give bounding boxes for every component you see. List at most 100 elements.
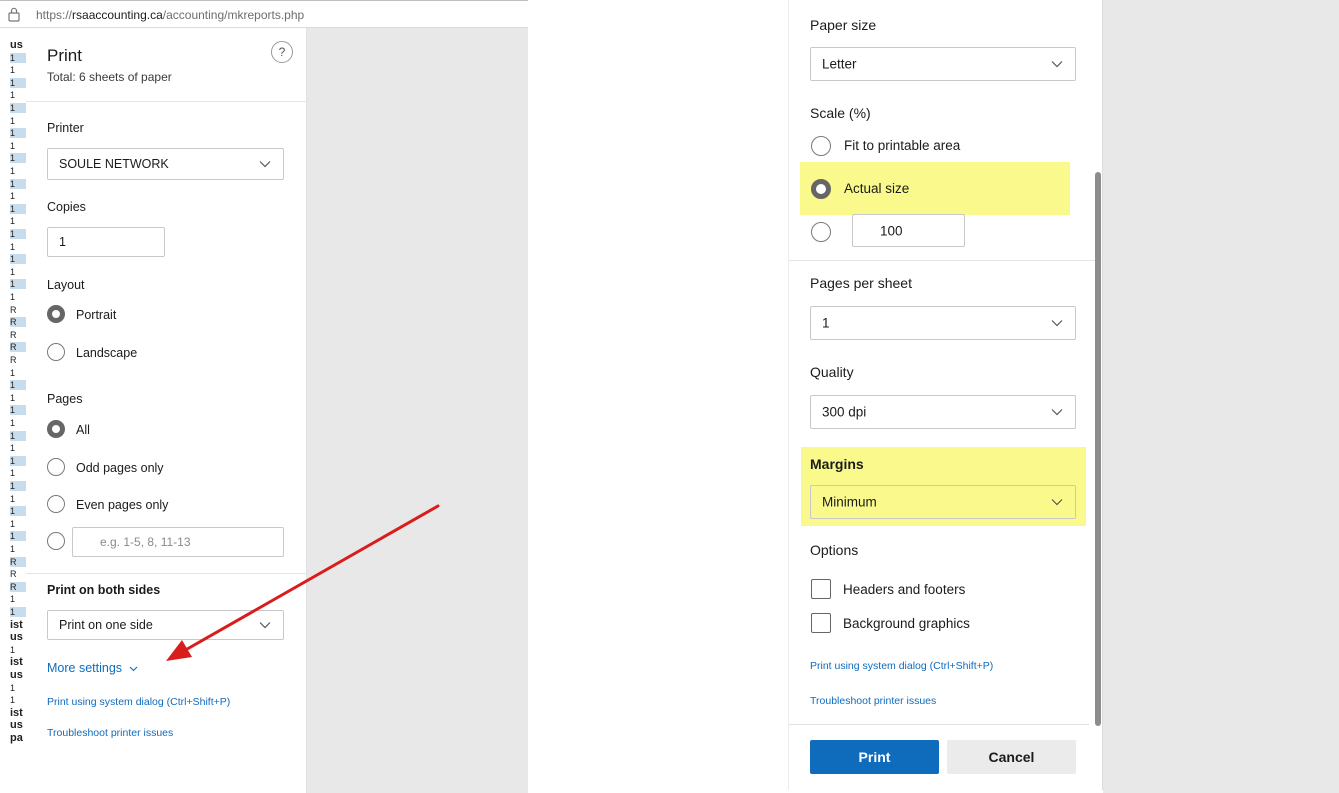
strip-cell: R xyxy=(10,569,17,580)
more-settings-link[interactable]: More settings xyxy=(47,661,138,675)
strip-cell: 1 xyxy=(10,241,16,252)
address-bar[interactable]: https://rsaaccounting.ca/accounting/mkre… xyxy=(0,0,528,28)
strip-cell: 1 xyxy=(10,443,16,454)
strip-cell: us xyxy=(10,719,23,732)
help-icon[interactable]: ? xyxy=(271,41,293,63)
chevron-down-icon xyxy=(1051,409,1063,416)
url-path: /accounting/mkreports.php xyxy=(162,8,305,22)
troubleshoot-link[interactable]: Troubleshoot printer issues xyxy=(810,695,936,707)
strip-cell: 1 xyxy=(10,544,16,554)
strip-cell: 1 xyxy=(10,405,26,416)
quality-select[interactable]: 300 dpi xyxy=(810,395,1076,429)
strip-cell: 1 xyxy=(10,493,16,504)
strip-cell: ist xyxy=(10,618,23,631)
headers-footers-checkbox[interactable] xyxy=(811,579,831,599)
strip-cell: 1 xyxy=(10,367,16,378)
actual-size-radio[interactable] xyxy=(811,179,831,199)
strip-cell: pa xyxy=(10,732,23,744)
portrait-radio[interactable] xyxy=(47,305,65,323)
custom-scale-value: 100 xyxy=(880,223,903,238)
strip-cell: R xyxy=(10,329,17,340)
strip-cell: 1 xyxy=(10,380,26,391)
lock-icon xyxy=(8,7,20,22)
duplex-value: Print on one side xyxy=(59,618,153,632)
custom-pages-radio[interactable] xyxy=(47,532,65,550)
background-graphics-checkbox[interactable] xyxy=(811,613,831,633)
left-print-dialog-screenshot: https://rsaaccounting.ca/accounting/mkre… xyxy=(0,0,528,793)
fit-to-printable-radio[interactable] xyxy=(811,136,831,156)
margins-select[interactable]: Minimum xyxy=(810,485,1076,519)
even-pages-radio[interactable] xyxy=(47,495,65,513)
strip-cell: 1 xyxy=(10,279,26,290)
landscape-label: Landscape xyxy=(76,346,138,360)
strip-cell: ist xyxy=(10,706,23,719)
paper-size-select[interactable]: Letter xyxy=(810,47,1076,81)
print-preview-area xyxy=(1103,0,1339,793)
odd-pages-label: Odd pages only xyxy=(76,461,164,475)
strip-cell: 1 xyxy=(10,178,26,189)
strip-cell: 1 xyxy=(10,506,26,517)
strip-cell: us xyxy=(10,631,23,644)
margins-label: Margins xyxy=(810,456,864,472)
more-settings-panel: Paper size Letter Scale (%) Fit to print… xyxy=(788,0,1104,790)
copies-label: Copies xyxy=(47,200,86,214)
layout-label: Layout xyxy=(47,278,85,292)
system-dialog-link[interactable]: Print using system dialog (Ctrl+Shift+P) xyxy=(810,660,993,672)
more-settings-label: More settings xyxy=(47,661,123,675)
cancel-button[interactable]: Cancel xyxy=(947,740,1076,774)
pages-per-sheet-select[interactable]: 1 xyxy=(810,306,1076,340)
strip-cell: 1 xyxy=(10,103,26,113)
actual-size-label: Actual size xyxy=(844,181,910,196)
printer-select[interactable]: SOULE NETWORK xyxy=(47,148,284,180)
strip-cell: R xyxy=(10,342,26,353)
print-settings-panel: Print Total: 6 sheets of paper ? Printer… xyxy=(26,28,307,793)
headers-footers-label: Headers and footers xyxy=(843,582,966,597)
strip-cell: 1 xyxy=(10,430,26,441)
right-more-settings-screenshot: Paper size Letter Scale (%) Fit to print… xyxy=(773,0,1339,793)
chevron-down-icon xyxy=(129,666,137,671)
portrait-label: Portrait xyxy=(76,308,117,322)
margins-value: Minimum xyxy=(822,494,877,510)
strip-cell: 1 xyxy=(10,695,16,706)
strip-cell: 1 xyxy=(10,166,16,176)
chevron-down-icon xyxy=(259,161,271,168)
background-page-strip xyxy=(773,0,788,793)
strip-cell: 1 xyxy=(10,518,16,529)
scrollbar-thumb[interactable] xyxy=(1095,172,1101,726)
copies-input[interactable]: 1 xyxy=(47,227,165,257)
pages-per-sheet-label: Pages per sheet xyxy=(810,275,912,291)
chevron-down-icon xyxy=(1051,61,1063,68)
strip-cell: 1 xyxy=(10,481,26,491)
pages-per-sheet-value: 1 xyxy=(822,315,830,331)
url-host: rsaaccounting.ca xyxy=(72,8,163,22)
pages-all-radio[interactable] xyxy=(47,420,65,438)
strip-cell: 1 xyxy=(10,292,16,302)
system-dialog-link[interactable]: Print using system dialog (Ctrl+Shift+P) xyxy=(47,696,230,708)
header-divider xyxy=(26,101,307,102)
quality-label: Quality xyxy=(810,364,854,380)
strip-cell: 1 xyxy=(10,115,16,126)
quality-value: 300 dpi xyxy=(822,404,867,420)
strip-cell: 1 xyxy=(10,65,16,76)
odd-pages-radio[interactable] xyxy=(47,458,65,476)
options-label: Options xyxy=(810,542,859,558)
custom-scale-input[interactable]: 100 xyxy=(852,214,965,247)
troubleshoot-link[interactable]: Troubleshoot printer issues xyxy=(47,727,173,739)
strip-cell: us xyxy=(10,40,23,51)
custom-scale-radio[interactable] xyxy=(811,222,831,242)
url-scheme: https:// xyxy=(36,8,73,22)
red-arrow-annotation xyxy=(166,504,440,661)
print-total-sheets: Total: 6 sheets of paper xyxy=(47,70,172,84)
strip-cell: R xyxy=(10,581,26,592)
strip-cell: 1 xyxy=(10,392,16,403)
landscape-radio[interactable] xyxy=(47,343,65,361)
strip-cell: 1 xyxy=(10,90,16,101)
strip-cell: 1 xyxy=(10,128,26,139)
copies-value: 1 xyxy=(59,235,66,249)
strip-cell: 1 xyxy=(10,254,26,265)
strip-mark xyxy=(777,92,785,104)
strip-cell: 1 xyxy=(10,203,26,214)
even-pages-label: Even pages only xyxy=(76,498,169,512)
print-title: Print xyxy=(47,46,82,65)
print-button[interactable]: Print xyxy=(810,740,939,774)
